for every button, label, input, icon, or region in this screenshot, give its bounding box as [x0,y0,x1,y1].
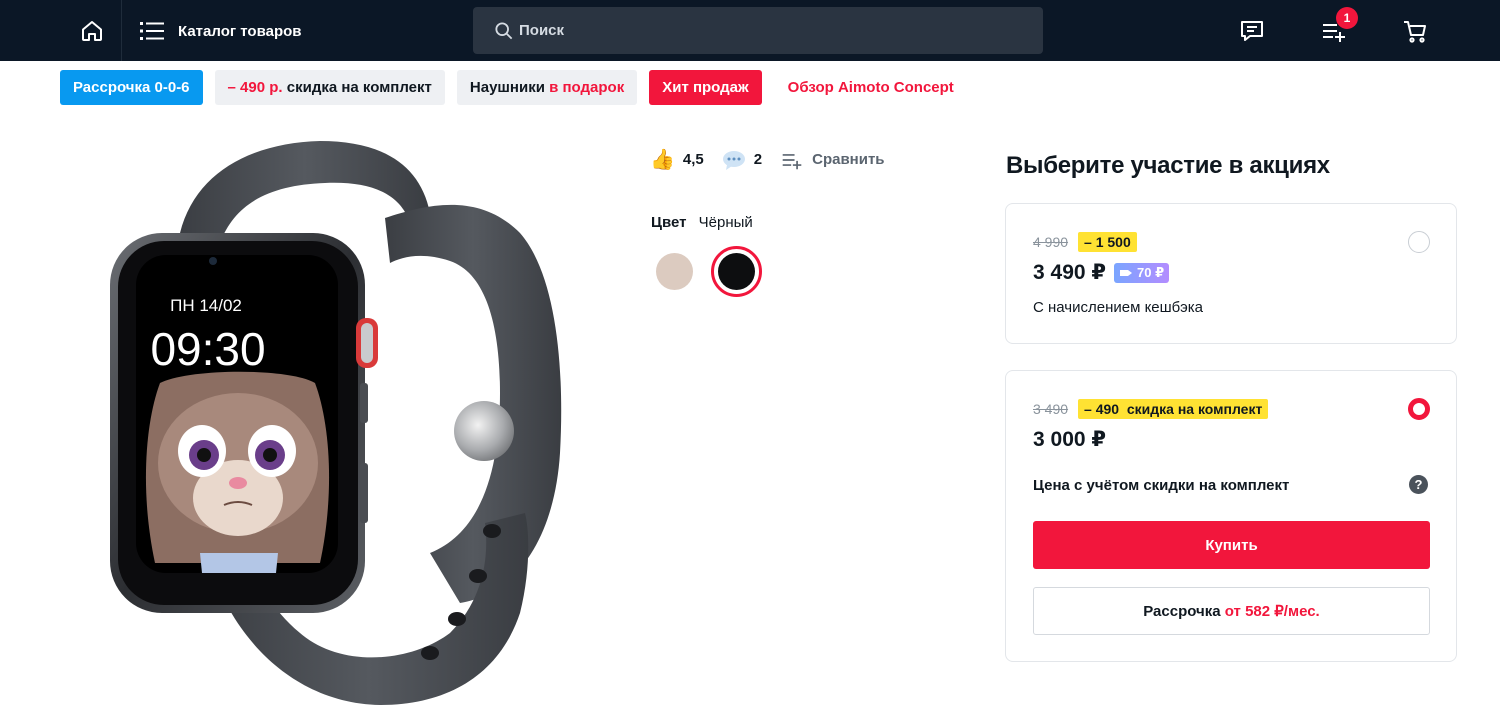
search-input[interactable] [519,22,1019,39]
chip-bundle-amount: – 490 р. [227,79,283,96]
chip-review-link[interactable]: Обзор Aimoto Concept [774,70,968,105]
discount-badge: – 490 скидка на комплект [1078,399,1269,419]
chip-review-label: Обзор Aimoto Concept [787,79,954,96]
message-icon [1241,21,1263,41]
old-price: 3 490 [1033,401,1069,417]
chip-gift-text: Наушники [469,79,550,96]
option1-radio[interactable] [1408,231,1430,253]
bundle-price: 3 000 ₽ [1033,428,1106,451]
cashback-note: С начислением кешбэка [1033,299,1203,316]
chat-button[interactable] [1238,17,1266,45]
bunny-face-icon [145,371,330,573]
chip-bundle-text: скидка на комплект [282,79,432,96]
promo-title: Выберите участие в акциях [1006,152,1330,179]
bundle-note: Цена с учётом скидки на комплект [1033,477,1290,494]
price-line: 4 990 – 1 500 [1033,232,1137,252]
price-with-cashback: 3 490 ₽ 70 ₽ [1033,260,1170,285]
color-label: Цвет [651,214,687,231]
installment-button[interactable]: Рассрочка от 582 ₽/мес. [1033,587,1430,635]
rating[interactable]: 👍 4,5 [650,147,704,172]
cart-icon [1404,21,1426,43]
chip-bestseller[interactable]: Хит продаж [649,70,762,105]
chip-bestseller-label: Хит продаж [662,79,749,96]
catalog-label: Каталог товаров [178,22,302,40]
product-image[interactable]: ПН 14/02 09:30 [100,133,580,708]
chip-gift-accent: в подарок [549,79,625,96]
cashback-badge: 70 ₽ [1114,263,1170,284]
product-meta: 👍 4,5 2 Сравнить [650,147,903,172]
compare-icon [782,153,802,169]
installment-label: Рассрочка [1143,603,1225,620]
chip-installment-label: Рассрочка 0-0-6 [73,79,190,96]
buy-button[interactable]: Купить [1033,521,1430,569]
promo-option-bundle[interactable]: 3 490 – 490 скидка на комплект 3 000 ₽ Це… [1005,370,1457,662]
color-value: Чёрный [698,214,753,231]
cart-button[interactable] [1401,17,1429,45]
color-selector-label: Цвет Чёрный [651,214,753,231]
top-header: Каталог товаров 1 [0,0,1500,61]
search-bar[interactable] [473,7,1043,54]
thumbs-up-icon: 👍 [650,149,675,171]
chip-headphones-gift[interactable]: Наушники в подарок [456,70,638,105]
watch-date: ПН 14/02 [170,296,242,315]
option2-radio-selected[interactable] [1408,398,1430,420]
home-button[interactable] [62,0,122,61]
compare-label: Сравнить [812,151,885,168]
cashback-icon [1120,270,1132,277]
chip-installment[interactable]: Рассрочка 0-0-6 [60,70,203,105]
catalog-button[interactable]: Каталог товаров [140,14,302,48]
promo-option-cashback[interactable]: 4 990 – 1 500 3 490 ₽ 70 ₽ С начислением к… [1005,203,1457,344]
compare-count-badge: 1 [1336,7,1358,29]
help-icon[interactable]: ? [1409,475,1428,494]
comments[interactable]: 2 [722,150,762,170]
rating-value: 4,5 [682,151,704,168]
compare-link[interactable]: Сравнить [780,149,885,171]
search-icon [495,21,513,39]
installment-amount: от 582 ₽/мес. [1224,603,1320,620]
home-icon [81,20,102,41]
watch-time: 09:30 [150,323,265,375]
color-swatch-black-fill [718,253,755,290]
old-price: 4 990 [1033,234,1069,250]
color-swatch-beige[interactable] [656,253,693,290]
promo-chips: Рассрочка 0-0-6 – 490 р. скидка на компл… [60,70,968,105]
list-icon [140,22,164,40]
price-line: 3 490 – 490 скидка на комплект [1033,399,1269,419]
comment-bubble-icon [722,150,745,170]
chip-bundle-discount[interactable]: – 490 р. скидка на комплект [214,70,445,105]
discount-badge: – 1 500 [1078,232,1137,252]
comments-count: 2 [753,151,763,168]
cashback-amount: 70 ₽ [1137,265,1165,281]
color-swatch-black-selected[interactable] [711,246,762,297]
price-value: 3 490 ₽ [1033,261,1106,284]
